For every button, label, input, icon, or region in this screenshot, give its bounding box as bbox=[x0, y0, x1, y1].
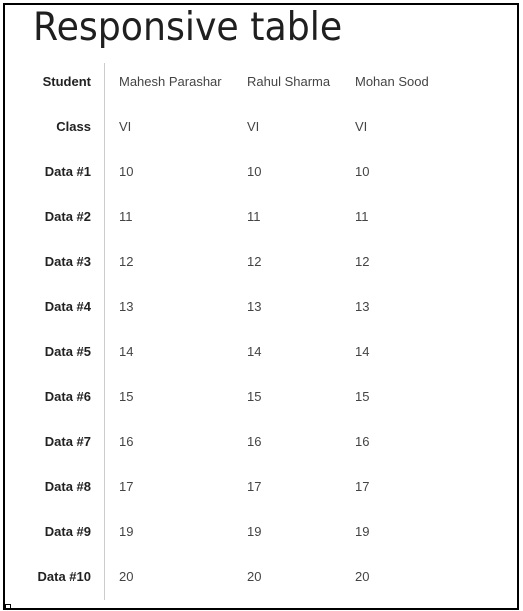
row-header: Data #9 bbox=[44, 524, 91, 539]
table-cell: 15 bbox=[355, 389, 370, 404]
table-cell: 20 bbox=[119, 569, 134, 584]
table-cell: 17 bbox=[119, 479, 134, 494]
table-divider bbox=[104, 63, 105, 600]
table-row: Data #5 14 14 14 bbox=[5, 342, 517, 362]
row-header: Student bbox=[42, 74, 91, 89]
row-header: Data #5 bbox=[44, 344, 91, 359]
table-cell: 20 bbox=[247, 569, 262, 584]
table-row: Data #4 13 13 13 bbox=[5, 297, 517, 317]
page-title: Responsive table bbox=[33, 5, 343, 50]
row-header: Data #4 bbox=[44, 299, 91, 314]
table-cell: 19 bbox=[119, 524, 134, 539]
row-header: Data #10 bbox=[37, 569, 91, 584]
row-header: Data #7 bbox=[44, 434, 91, 449]
table-row: Data #8 17 17 17 bbox=[5, 477, 517, 497]
row-header: Class bbox=[56, 119, 91, 134]
row-header: Data #8 bbox=[44, 479, 91, 494]
table-cell: 19 bbox=[247, 524, 262, 539]
table-row: Data #6 15 15 15 bbox=[5, 387, 517, 407]
table-cell: 12 bbox=[355, 254, 370, 269]
table-row: Class VI VI VI bbox=[5, 117, 517, 137]
table-row: Student Mahesh Parashar Rahul Sharma Mohan … bbox=[5, 72, 517, 92]
table-cell: 12 bbox=[247, 254, 262, 269]
table-row: Data #2 11 11 11 bbox=[5, 207, 517, 227]
table-cell: 20 bbox=[355, 569, 370, 584]
table-cell: 13 bbox=[355, 299, 370, 314]
resize-handle[interactable] bbox=[5, 604, 11, 609]
table-cell: 10 bbox=[247, 164, 262, 179]
table-row: Data #7 16 16 16 bbox=[5, 432, 517, 452]
table-cell: VI bbox=[247, 119, 260, 134]
table-cell: 11 bbox=[247, 209, 261, 224]
table-row: Data #9 19 19 19 bbox=[5, 522, 517, 542]
table-cell: 11 bbox=[119, 209, 133, 224]
table-cell: 19 bbox=[355, 524, 370, 539]
table-cell: Rahul Sharma bbox=[247, 74, 331, 89]
table-row: Data #3 12 12 12 bbox=[5, 252, 517, 272]
row-header: Data #1 bbox=[44, 164, 91, 179]
table-cell: 15 bbox=[119, 389, 134, 404]
table-cell: 14 bbox=[355, 344, 370, 359]
table-cell: Mohan Sood bbox=[355, 74, 429, 89]
table-row: Data #1 10 10 10 bbox=[5, 162, 517, 182]
table-cell: 12 bbox=[119, 254, 134, 269]
table-row: Data #10 20 20 20 bbox=[5, 567, 517, 587]
table-cell: 17 bbox=[247, 479, 262, 494]
table-cell: 16 bbox=[247, 434, 262, 449]
table-cell: 11 bbox=[355, 209, 369, 224]
table-cell: 10 bbox=[355, 164, 370, 179]
page-frame: Responsive table Student Mahesh Parashar R… bbox=[3, 3, 519, 610]
table-cell: 16 bbox=[355, 434, 370, 449]
table-cell: 17 bbox=[355, 479, 370, 494]
row-header: Data #2 bbox=[44, 209, 91, 224]
table-cell: 14 bbox=[119, 344, 134, 359]
row-header: Data #6 bbox=[44, 389, 91, 404]
table-cell: VI bbox=[119, 119, 132, 134]
table-cell: Mahesh Parashar bbox=[119, 74, 222, 89]
table-cell: VI bbox=[355, 119, 368, 134]
table-cell: 13 bbox=[247, 299, 262, 314]
table-cell: 13 bbox=[119, 299, 134, 314]
table-cell: 16 bbox=[119, 434, 134, 449]
table-cell: 14 bbox=[247, 344, 262, 359]
table-cell: 10 bbox=[119, 164, 134, 179]
table-cell: 15 bbox=[247, 389, 262, 404]
row-header: Data #3 bbox=[44, 254, 91, 269]
